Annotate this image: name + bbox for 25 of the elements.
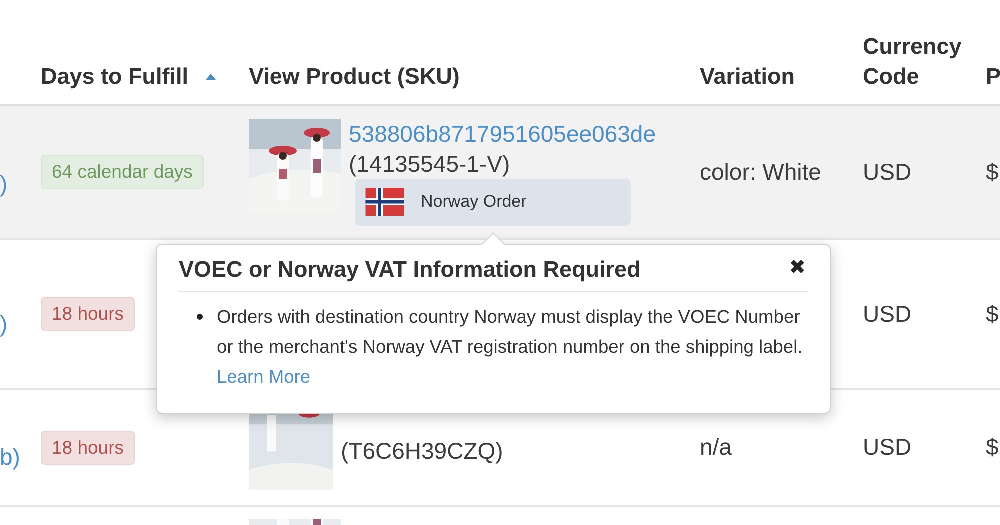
price-text: $: [986, 434, 999, 460]
norway-order-badge[interactable]: Norway Order: [355, 178, 631, 226]
price-text: $: [986, 158, 999, 184]
currency-text: USD: [863, 158, 912, 184]
currency-text: USD: [863, 300, 912, 326]
close-button[interactable]: ✖: [789, 257, 808, 277]
sku-text: (T6C6H39CZQ): [341, 436, 504, 466]
column-header[interactable]: P: [986, 62, 1000, 92]
column-header[interactable]: Currency Code: [863, 32, 986, 92]
days-label: 64 calendar days: [41, 155, 204, 189]
column-header[interactable]: Variation: [700, 62, 796, 92]
bullet-icon: [197, 314, 203, 320]
variation-text: color: White: [700, 158, 822, 184]
days-label: 18 hours: [41, 430, 135, 464]
info-text: Orders with destination country Norway must display the VOEC Number or the merchant's Norway VAT registration number on the shipping label. Learn More: [217, 305, 804, 389]
sort-ascending-icon[interactable]: [204, 73, 217, 81]
norway-flag-icon: [365, 188, 405, 216]
column-header[interactable]: View Product (SKU): [249, 62, 460, 92]
variation-text: n/a: [700, 434, 732, 460]
days-label: 18 hours: [41, 297, 135, 331]
price-text: $: [986, 300, 999, 326]
popover-title: VOEC or Norway VAT Information Required: [179, 257, 641, 283]
sku-text: (14135545-1-V): [349, 150, 512, 178]
currency-text: USD: [863, 434, 912, 460]
column-header[interactable]: Days to Fulfill: [41, 62, 189, 92]
